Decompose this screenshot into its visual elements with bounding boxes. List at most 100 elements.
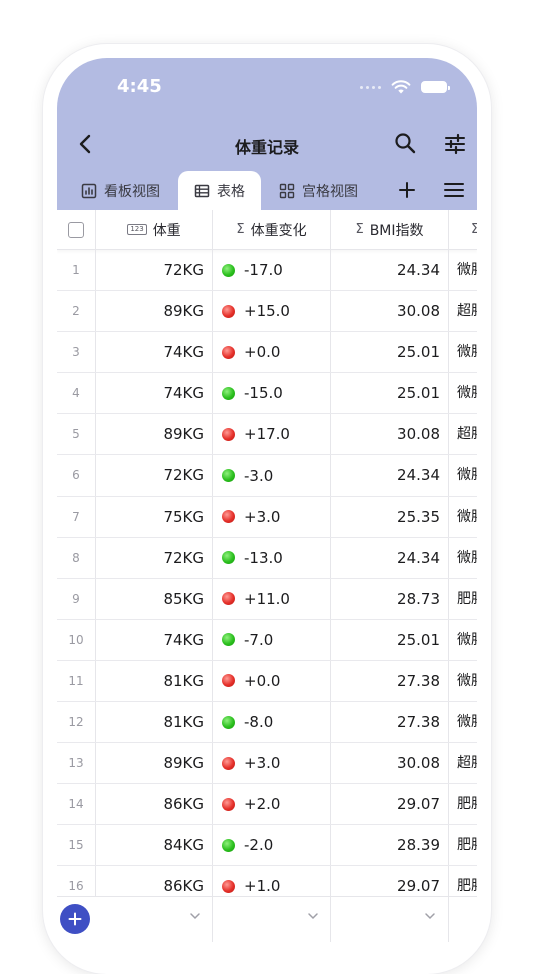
category-cell[interactable]: 肥胖 bbox=[449, 579, 477, 619]
weight-cell[interactable]: 74KG bbox=[96, 620, 212, 660]
category-cell[interactable]: 微胖 bbox=[449, 250, 477, 290]
weight-change-cell[interactable]: +15.0 bbox=[213, 291, 330, 331]
weight-cell[interactable]: 75KG bbox=[96, 497, 212, 537]
table-row[interactable]: 8 72KG -13.0 24.34 微胖 bbox=[57, 537, 477, 579]
table-row[interactable]: 7 75KG +3.0 25.35 微胖 bbox=[57, 496, 477, 538]
filter-settings-icon[interactable] bbox=[443, 132, 467, 156]
bmi-cell[interactable]: 25.35 bbox=[331, 497, 448, 537]
select-all-checkbox[interactable] bbox=[68, 222, 84, 238]
bmi-cell[interactable]: 25.01 bbox=[331, 332, 448, 372]
bmi-cell[interactable]: 27.38 bbox=[331, 661, 448, 701]
category-cell[interactable]: 微胖 bbox=[449, 620, 477, 660]
table-row[interactable]: 13 89KG +3.0 30.08 超胖 bbox=[57, 743, 477, 785]
bmi-cell[interactable]: 30.08 bbox=[331, 291, 448, 331]
weight-change-cell[interactable]: -7.0 bbox=[213, 620, 330, 660]
bmi-cell[interactable]: 24.34 bbox=[331, 455, 448, 495]
category-cell[interactable]: 微胖 bbox=[449, 332, 477, 372]
table-row[interactable]: 5 89KG +17.0 30.08 超胖 bbox=[57, 414, 477, 456]
tab-kanban-view[interactable]: 看板视图 bbox=[81, 171, 160, 210]
chevron-down-icon[interactable] bbox=[424, 911, 436, 921]
bmi-cell[interactable]: 30.08 bbox=[331, 414, 448, 454]
table-row[interactable]: 12 81KG -8.0 27.38 微胖 bbox=[57, 702, 477, 744]
red-dot-icon bbox=[222, 345, 235, 359]
table-row[interactable]: 6 72KG -3.0 24.34 微胖 bbox=[57, 455, 477, 497]
category-cell[interactable]: 微胖 bbox=[449, 455, 477, 495]
bmi-cell[interactable]: 24.34 bbox=[331, 538, 448, 578]
red-dot-icon bbox=[222, 592, 235, 606]
weight-cell[interactable]: 81KG bbox=[96, 661, 212, 701]
weight-change-cell[interactable]: -2.0 bbox=[213, 825, 330, 865]
bmi-cell[interactable]: 30.08 bbox=[331, 743, 448, 783]
table-row[interactable]: 4 74KG -15.0 25.01 微胖 bbox=[57, 373, 477, 415]
weight-cell[interactable]: 74KG bbox=[96, 373, 212, 413]
red-dot-icon bbox=[222, 674, 235, 688]
weight-cell[interactable]: 89KG bbox=[96, 291, 212, 331]
table-row[interactable]: 11 81KG +0.0 27.38 微胖 bbox=[57, 660, 477, 703]
weight-cell[interactable]: 86KG bbox=[96, 784, 212, 824]
bmi-cell[interactable]: 25.01 bbox=[331, 373, 448, 413]
weight-cell[interactable]: 89KG bbox=[96, 414, 212, 454]
weight-change-cell[interactable]: +11.0 bbox=[213, 579, 330, 619]
bmi-cell[interactable]: 29.07 bbox=[331, 784, 448, 824]
weight-change-cell[interactable]: +0.0 bbox=[213, 332, 330, 372]
weight-change-cell[interactable]: +0.0 bbox=[213, 661, 330, 701]
search-icon[interactable] bbox=[394, 132, 416, 154]
table-row[interactable]: 9 85KG +11.0 28.73 肥胖 bbox=[57, 578, 477, 620]
column-header-weight-change[interactable]: Σ 体重变化 bbox=[213, 210, 331, 249]
weight-change-cell[interactable]: -8.0 bbox=[213, 702, 330, 742]
weight-cell[interactable]: 72KG bbox=[96, 250, 212, 290]
weight-change-cell[interactable]: -13.0 bbox=[213, 538, 330, 578]
bmi-cell[interactable]: 28.39 bbox=[331, 825, 448, 865]
weight-change-cell[interactable]: +17.0 bbox=[213, 414, 330, 454]
table-row[interactable]: 15 84KG -2.0 28.39 肥胖 bbox=[57, 825, 477, 867]
weight-cell[interactable]: 81KG bbox=[96, 702, 212, 742]
add-view-icon[interactable] bbox=[397, 180, 417, 200]
weight-change-cell[interactable]: +3.0 bbox=[213, 743, 330, 783]
bmi-cell[interactable]: 27.38 bbox=[331, 702, 448, 742]
menu-icon[interactable] bbox=[443, 180, 465, 200]
bmi-cell[interactable]: 24.34 bbox=[331, 250, 448, 290]
weight-cell[interactable]: 72KG bbox=[96, 538, 212, 578]
weight-change-value: -7.0 bbox=[244, 630, 274, 649]
column-header-category[interactable]: Σ bbox=[449, 210, 477, 249]
category-cell[interactable]: 超胖 bbox=[449, 743, 477, 783]
bmi-cell[interactable]: 25.01 bbox=[331, 620, 448, 660]
category-cell[interactable]: 微胖 bbox=[449, 661, 477, 701]
weight-cell[interactable]: 72KG bbox=[96, 455, 212, 495]
tab-table-view[interactable]: 表格 bbox=[178, 171, 261, 210]
app-screen: 4:45 体重记录 看板视图 表格 宫格视图 123 体重 Σ 体重变化 Σ B… bbox=[57, 58, 477, 950]
category-cell[interactable]: 肥胖 bbox=[449, 784, 477, 824]
category-cell[interactable]: 微胖 bbox=[449, 702, 477, 742]
tab-grid-view[interactable]: 宫格视图 bbox=[279, 171, 358, 210]
weight-change-cell[interactable]: +3.0 bbox=[213, 497, 330, 537]
category-cell[interactable]: 超胖 bbox=[449, 291, 477, 331]
weight-change-cell[interactable]: -15.0 bbox=[213, 373, 330, 413]
category-cell[interactable]: 超胖 bbox=[449, 414, 477, 454]
sigma-icon: Σ bbox=[355, 222, 364, 237]
weight-change-cell[interactable]: +2.0 bbox=[213, 784, 330, 824]
weight-cell[interactable]: 89KG bbox=[96, 743, 212, 783]
weight-cell[interactable]: 84KG bbox=[96, 825, 212, 865]
column-header-weight[interactable]: 123 体重 bbox=[96, 210, 213, 249]
table-row[interactable]: 14 86KG +2.0 29.07 肥胖 bbox=[57, 784, 477, 826]
add-record-button[interactable] bbox=[60, 904, 90, 934]
table-row[interactable]: 3 74KG +0.0 25.01 微胖 bbox=[57, 332, 477, 374]
category-cell[interactable]: 微胖 bbox=[449, 538, 477, 578]
category-cell[interactable]: 微胖 bbox=[449, 497, 477, 537]
table-row[interactable]: 10 74KG -7.0 25.01 微胖 bbox=[57, 619, 477, 661]
category-cell[interactable]: 肥胖 bbox=[449, 825, 477, 865]
weight-change-cell[interactable]: -3.0 bbox=[213, 455, 330, 495]
category-cell[interactable]: 微胖 bbox=[449, 373, 477, 413]
chevron-down-icon[interactable] bbox=[189, 911, 201, 921]
weight-cell[interactable]: 74KG bbox=[96, 332, 212, 372]
table-row[interactable]: 1 72KG -17.0 24.34 微胖 bbox=[57, 250, 477, 292]
bmi-cell[interactable]: 28.73 bbox=[331, 579, 448, 619]
green-dot-icon bbox=[222, 551, 235, 565]
chevron-down-icon[interactable] bbox=[307, 911, 319, 921]
weight-change-value: -13.0 bbox=[244, 548, 283, 567]
table-row[interactable]: 2 89KG +15.0 30.08 超胖 bbox=[57, 291, 477, 333]
column-header-bmi[interactable]: Σ BMI指数 bbox=[331, 210, 449, 249]
weight-change-value: +11.0 bbox=[244, 589, 290, 608]
weight-change-cell[interactable]: -17.0 bbox=[213, 250, 330, 290]
weight-cell[interactable]: 85KG bbox=[96, 579, 212, 619]
